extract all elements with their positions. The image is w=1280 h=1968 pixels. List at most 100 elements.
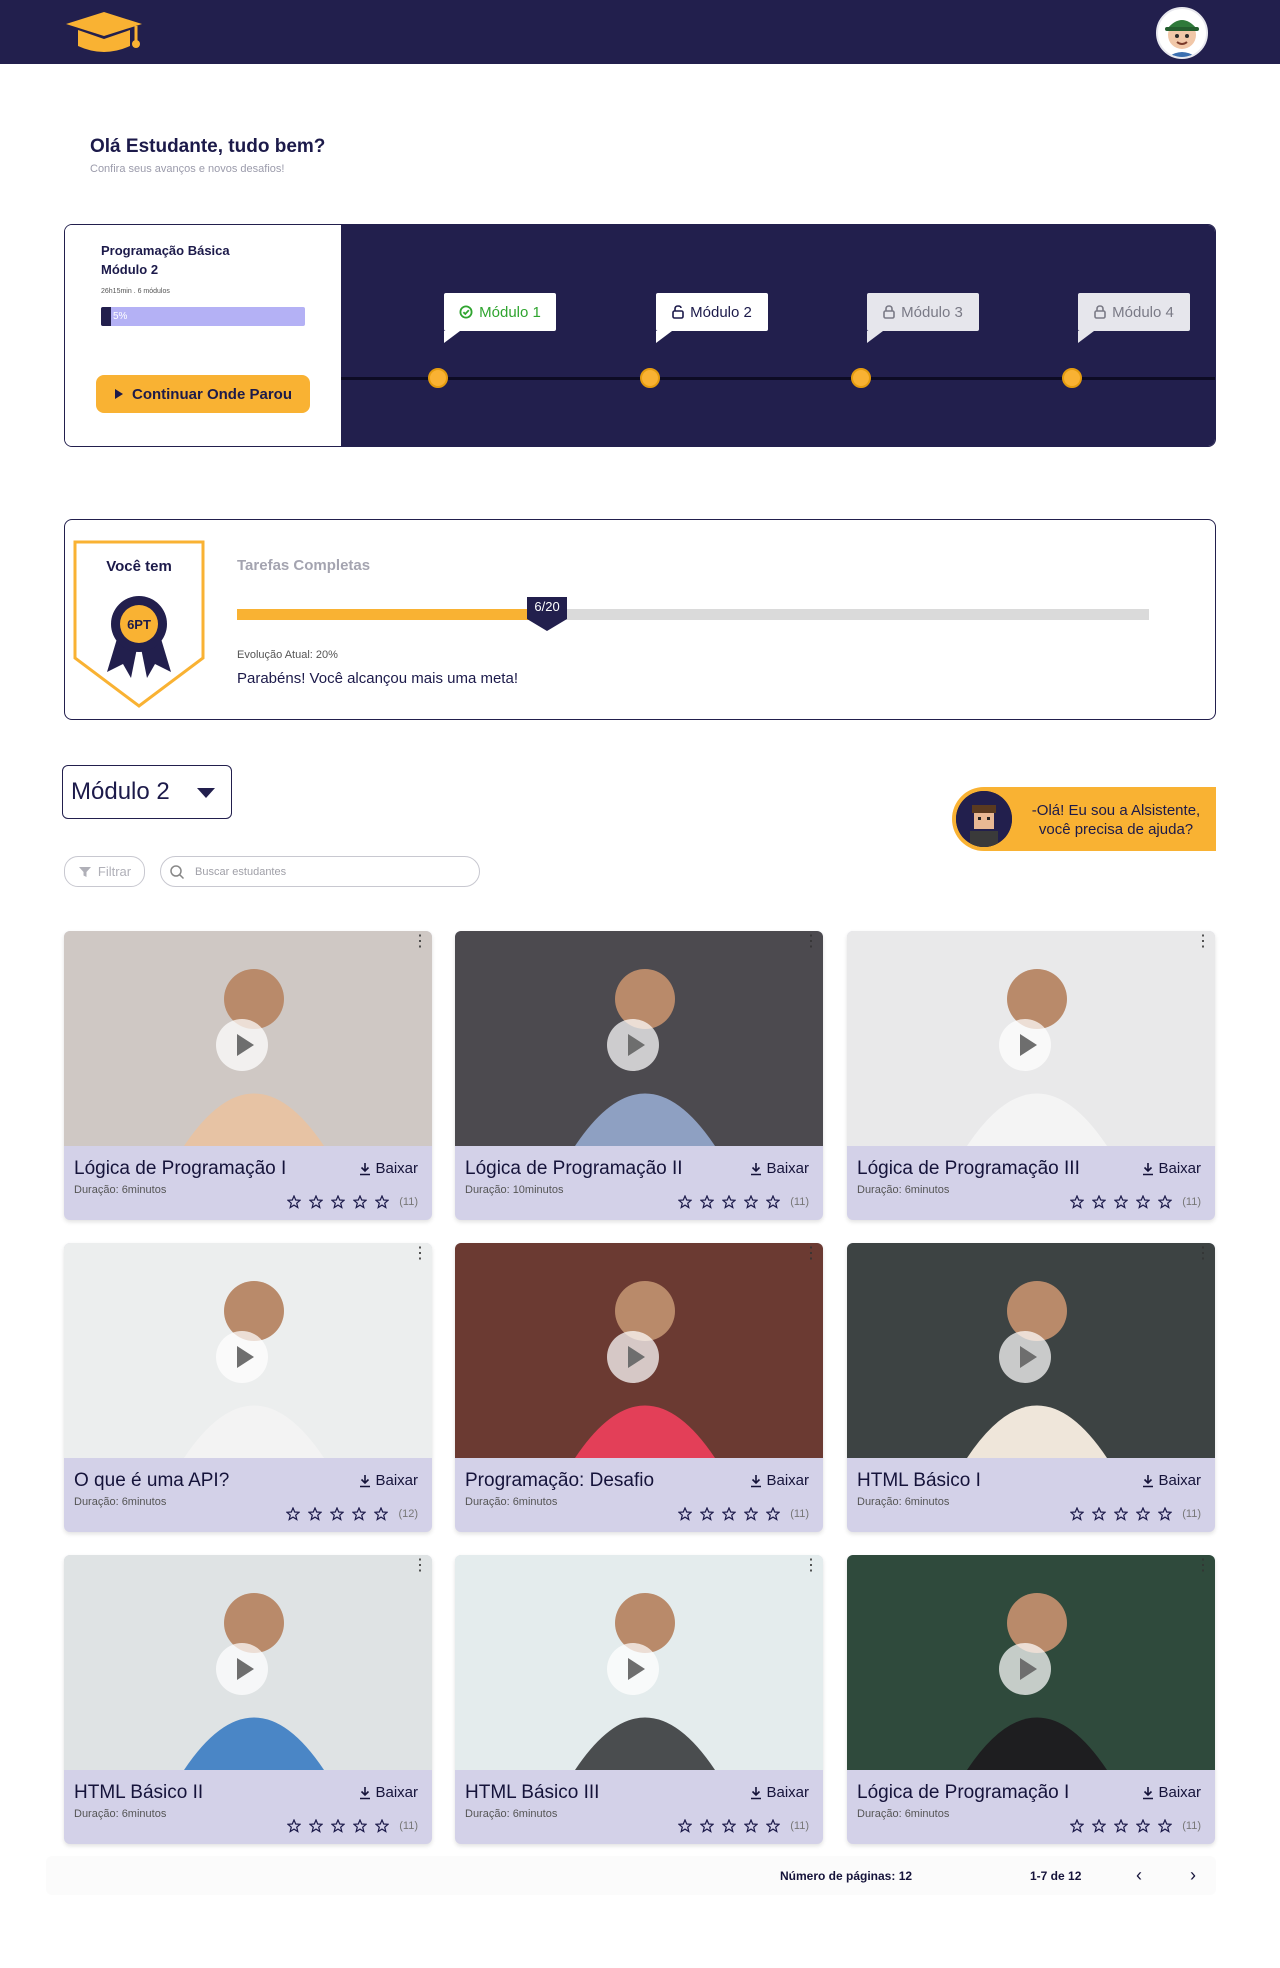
star-icon[interactable] — [700, 1195, 715, 1209]
more-options-icon[interactable]: ⋮ — [803, 1558, 819, 1581]
play-icon[interactable] — [216, 1331, 268, 1383]
more-options-icon[interactable]: ⋮ — [1195, 1558, 1211, 1581]
lesson-card[interactable]: ⋮ O que é uma API? Duração: 6minutos Baixar… — [64, 1243, 432, 1532]
module-dot-4[interactable] — [1062, 368, 1082, 388]
more-options-icon[interactable]: ⋮ — [803, 1246, 819, 1269]
star-icon[interactable] — [309, 1195, 324, 1209]
play-icon[interactable] — [216, 1643, 268, 1695]
lesson-thumbnail[interactable]: ⋮ — [455, 1555, 823, 1770]
more-options-icon[interactable]: ⋮ — [1195, 934, 1211, 957]
more-options-icon[interactable]: ⋮ — [412, 1246, 428, 1269]
module-dot-1[interactable] — [428, 368, 448, 388]
lesson-card[interactable]: ⋮ Lógica de Programação I Duração: 6minuto… — [64, 931, 432, 1220]
star-icon[interactable] — [766, 1819, 781, 1833]
star-icon[interactable] — [1136, 1507, 1151, 1521]
lesson-card[interactable]: ⋮ HTML Básico I Duração: 6minutos Baixar (11… — [847, 1243, 1215, 1532]
star-icon[interactable] — [1070, 1819, 1085, 1833]
lesson-card[interactable]: ⋮ HTML Básico II Duração: 6minutos Baixar (1… — [64, 1555, 432, 1844]
star-icon[interactable] — [1158, 1819, 1173, 1833]
star-icon[interactable] — [353, 1819, 368, 1833]
lesson-card[interactable]: ⋮ Lógica de Programação III Duração: 6minu… — [847, 931, 1215, 1220]
lesson-thumbnail[interactable]: ⋮ — [455, 931, 823, 1146]
star-icon[interactable] — [1114, 1819, 1129, 1833]
more-options-icon[interactable]: ⋮ — [412, 934, 428, 957]
module-flag-2[interactable]: Módulo 2 — [656, 293, 768, 343]
lesson-thumbnail[interactable]: ⋮ — [847, 1243, 1215, 1458]
filter-button[interactable]: Filtrar — [64, 856, 145, 887]
continue-button[interactable]: Continuar Onde Parou — [96, 375, 310, 413]
play-icon[interactable] — [999, 1331, 1051, 1383]
star-icon[interactable] — [744, 1507, 759, 1521]
star-icon[interactable] — [1158, 1507, 1173, 1521]
more-options-icon[interactable]: ⋮ — [803, 934, 819, 957]
more-options-icon[interactable]: ⋮ — [1195, 1246, 1211, 1269]
star-icon[interactable] — [722, 1507, 737, 1521]
module-dot-3[interactable] — [851, 368, 871, 388]
download-button[interactable]: Baixar — [1141, 1160, 1201, 1177]
download-button[interactable]: Baixar — [1141, 1784, 1201, 1801]
search-input[interactable] — [195, 865, 435, 878]
star-icon[interactable] — [1136, 1819, 1151, 1833]
star-icon[interactable] — [1070, 1507, 1085, 1521]
star-icon[interactable] — [286, 1507, 301, 1521]
star-icon[interactable] — [1070, 1195, 1085, 1209]
next-page-button[interactable]: › — [1190, 1865, 1196, 1886]
star-icon[interactable] — [330, 1507, 345, 1521]
star-icon[interactable] — [1158, 1195, 1173, 1209]
play-icon[interactable] — [607, 1331, 659, 1383]
module-flag-4[interactable]: Módulo 4 — [1078, 293, 1190, 343]
download-button[interactable]: Baixar — [358, 1784, 418, 1801]
star-icon[interactable] — [287, 1819, 302, 1833]
module-flag-3[interactable]: Módulo 3 — [867, 293, 979, 343]
lesson-thumbnail[interactable]: ⋮ — [847, 1555, 1215, 1770]
download-button[interactable]: Baixar — [358, 1160, 418, 1177]
star-icon[interactable] — [353, 1195, 368, 1209]
star-icon[interactable] — [1092, 1819, 1107, 1833]
star-icon[interactable] — [722, 1819, 737, 1833]
download-button[interactable]: Baixar — [749, 1472, 809, 1489]
star-icon[interactable] — [352, 1507, 367, 1521]
play-icon[interactable] — [216, 1019, 268, 1071]
star-icon[interactable] — [744, 1195, 759, 1209]
star-icon[interactable] — [722, 1195, 737, 1209]
play-icon[interactable] — [999, 1643, 1051, 1695]
star-icon[interactable] — [1092, 1195, 1107, 1209]
star-icon[interactable] — [331, 1819, 346, 1833]
star-icon[interactable] — [700, 1507, 715, 1521]
star-icon[interactable] — [700, 1819, 715, 1833]
lesson-thumbnail[interactable]: ⋮ — [847, 931, 1215, 1146]
star-icon[interactable] — [744, 1819, 759, 1833]
download-button[interactable]: Baixar — [1141, 1472, 1201, 1489]
star-icon[interactable] — [374, 1507, 389, 1521]
graduation-cap-logo[interactable] — [62, 8, 146, 58]
lesson-thumbnail[interactable]: ⋮ — [64, 1243, 432, 1458]
lesson-thumbnail[interactable]: ⋮ — [64, 1555, 432, 1770]
star-icon[interactable] — [331, 1195, 346, 1209]
lesson-thumbnail[interactable]: ⋮ — [64, 931, 432, 1146]
assistant-button[interactable]: -Olá! Eu sou a Alsistente, você precisa … — [952, 787, 1216, 851]
star-icon[interactable] — [678, 1507, 693, 1521]
star-icon[interactable] — [766, 1507, 781, 1521]
star-icon[interactable] — [678, 1819, 693, 1833]
lesson-card[interactable]: ⋮ Programação: Desafio Duração: 6minutos Ba… — [455, 1243, 823, 1532]
play-icon[interactable] — [999, 1019, 1051, 1071]
download-button[interactable]: Baixar — [358, 1472, 418, 1489]
lesson-thumbnail[interactable]: ⋮ — [455, 1243, 823, 1458]
play-icon[interactable] — [607, 1019, 659, 1071]
module-flag-1[interactable]: Módulo 1 — [444, 293, 556, 343]
star-icon[interactable] — [375, 1819, 390, 1833]
star-icon[interactable] — [1114, 1507, 1129, 1521]
star-icon[interactable] — [287, 1195, 302, 1209]
more-options-icon[interactable]: ⋮ — [412, 1558, 428, 1581]
avatar[interactable] — [1156, 7, 1208, 59]
module-dot-2[interactable] — [640, 368, 660, 388]
lesson-card[interactable]: ⋮ Lógica de Programação II Duração: 10minu… — [455, 931, 823, 1220]
star-icon[interactable] — [375, 1195, 390, 1209]
download-button[interactable]: Baixar — [749, 1160, 809, 1177]
download-button[interactable]: Baixar — [749, 1784, 809, 1801]
lesson-card[interactable]: ⋮ Lógica de Programação I Duração: 6minuto… — [847, 1555, 1215, 1844]
lesson-card[interactable]: ⋮ HTML Básico III Duração: 6minutos Baixar (… — [455, 1555, 823, 1844]
star-icon[interactable] — [1136, 1195, 1151, 1209]
star-icon[interactable] — [309, 1819, 324, 1833]
star-icon[interactable] — [766, 1195, 781, 1209]
